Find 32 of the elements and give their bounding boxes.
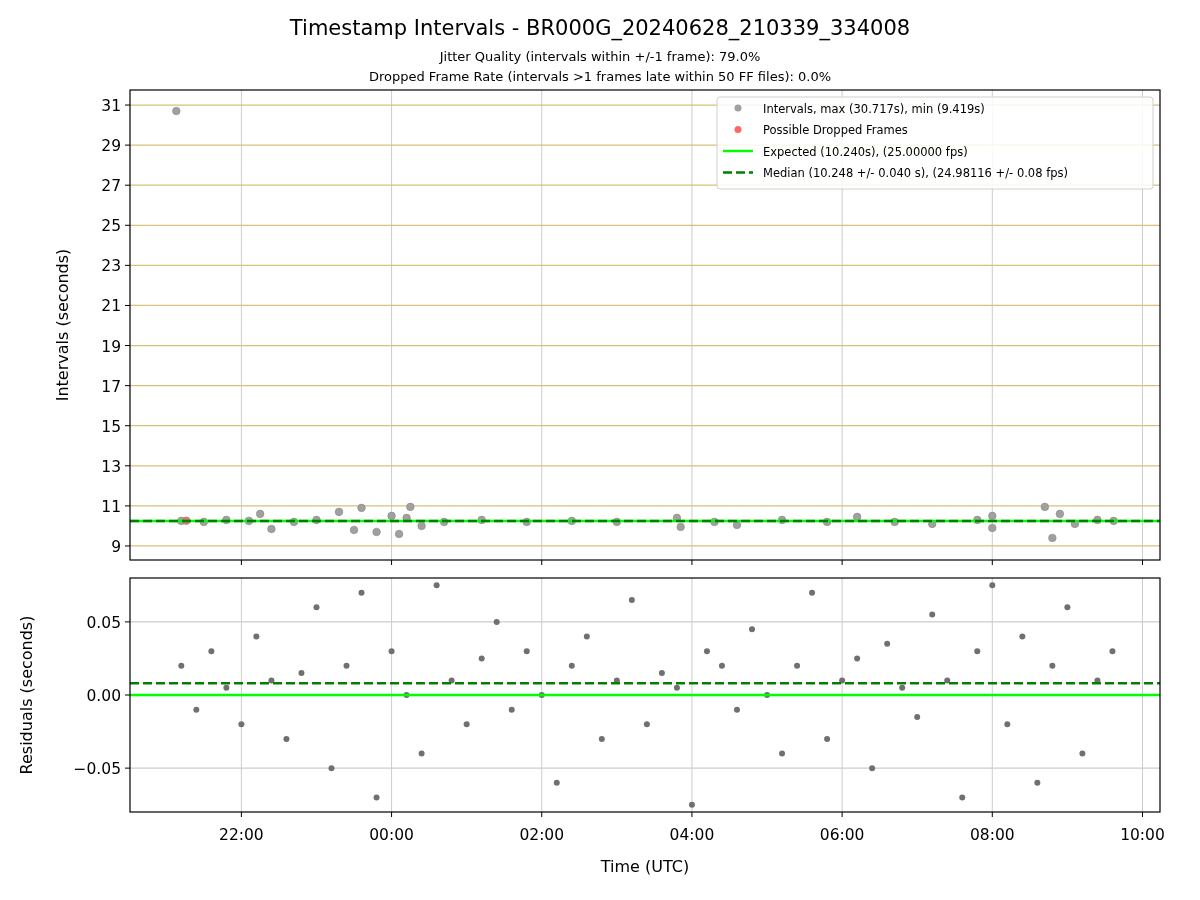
tick-label: 02:00 (519, 826, 565, 844)
legend-label: Median (10.248 +/- 0.040 s), (24.98116 +/- 0.08 fps) (763, 166, 1068, 180)
tick-label: 08:00 (969, 826, 1015, 844)
tick-label: 19 (101, 337, 121, 356)
legend-label: Expected (10.240s), (25.00000 fps) (763, 144, 968, 159)
legend-label: Intervals, max (30.717s), min (9.419s) (763, 101, 985, 116)
tick-label: 25 (101, 217, 121, 236)
axis-label: Residuals (seconds) (17, 615, 36, 775)
chart-title: Timestamp Intervals - BR000G_20240628_210339_334008 (289, 15, 911, 42)
tick-label: 9 (111, 537, 121, 556)
axis-label: Time (UTC) (600, 857, 690, 876)
chart-subtitle: Dropped Frame Rate (intervals >1 frames late within 50 FF files): 0.0% (368, 68, 832, 86)
tick-label: 0.05 (86, 613, 121, 632)
tick-label: 13 (101, 457, 121, 476)
tick-label: 10:00 (1120, 826, 1165, 844)
tick-label: −0.05 (73, 760, 121, 779)
axis-label: Intervals (seconds) (53, 248, 72, 402)
tick-label: 15 (101, 417, 121, 436)
tick-label: 11 (101, 497, 121, 516)
tick-label: 21 (101, 297, 121, 316)
chart-subtitle: Jitter Quality (intervals within +/-1 frame): 79.0% (439, 48, 761, 66)
legend-label: Possible Dropped Frames (763, 123, 908, 137)
tick-label: 29 (101, 137, 121, 156)
tick-label: 06:00 (819, 826, 865, 844)
tick-label: 0.00 (86, 687, 121, 705)
tick-label: 04:00 (669, 826, 715, 844)
tick-label: 17 (101, 377, 121, 396)
tick-label: 22:00 (219, 826, 264, 844)
tick-label: 00:00 (369, 826, 414, 844)
tick-label: 27 (101, 177, 121, 196)
tick-label: 31 (101, 97, 121, 116)
tick-label: 23 (101, 257, 121, 276)
